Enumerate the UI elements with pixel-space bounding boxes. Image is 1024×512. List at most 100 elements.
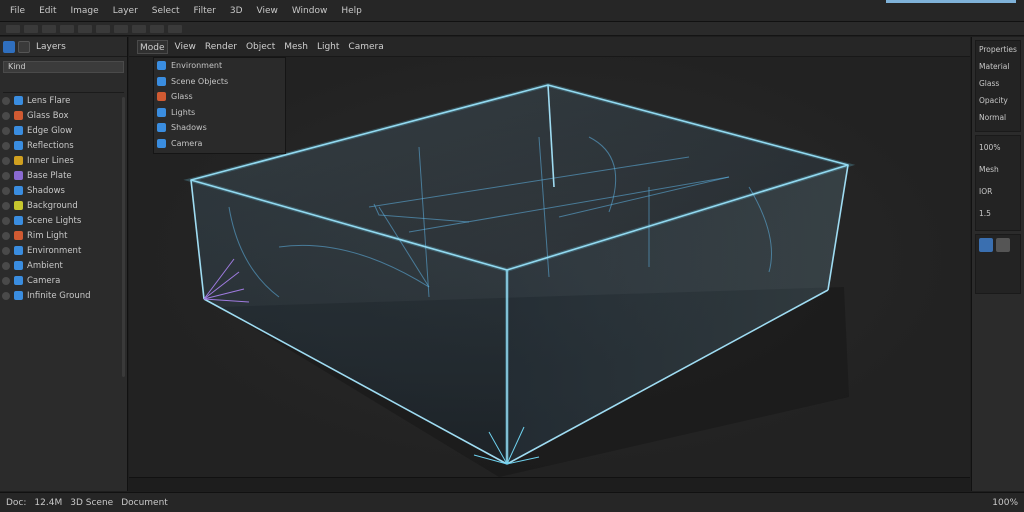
scene-item-label: Environment xyxy=(171,61,223,71)
visibility-icon[interactable] xyxy=(2,96,10,105)
layer-row[interactable]: Inner Lines xyxy=(0,153,127,168)
property-row[interactable]: Glass xyxy=(976,75,1020,92)
scene-menu-item[interactable]: Glass xyxy=(154,89,285,105)
visibility-icon[interactable] xyxy=(2,216,10,225)
scene-menu-item[interactable]: Environment xyxy=(154,58,285,74)
scene-menu-item[interactable]: Scene Objects xyxy=(154,74,285,90)
property-label: Properties xyxy=(979,45,1017,54)
visibility-icon[interactable] xyxy=(2,141,10,150)
toolbar-item-light[interactable]: Light xyxy=(315,40,341,54)
layer-row[interactable]: Ambient xyxy=(0,258,127,273)
scene-menu-item[interactable]: Camera xyxy=(154,136,285,152)
status-item: 3D Scene xyxy=(70,497,114,508)
lock-icon[interactable] xyxy=(18,40,30,53)
material-swatch[interactable] xyxy=(979,238,993,252)
toolbar-item-mesh[interactable]: Mesh xyxy=(282,40,310,54)
property-label: Normal xyxy=(979,113,1007,122)
scene-menu-item[interactable]: Shadows xyxy=(154,120,285,136)
menu-item-layer[interactable]: Layer xyxy=(107,0,144,22)
visibility-icon[interactable] xyxy=(2,156,10,165)
property-label: Material xyxy=(979,62,1010,71)
properties-panel: Properties Material Glass Opacity Normal 100… xyxy=(971,37,1024,491)
visibility-icon[interactable] xyxy=(2,246,10,255)
visibility-icon[interactable] xyxy=(2,276,10,285)
visibility-icon[interactable] xyxy=(2,291,10,300)
menu-item-file[interactable]: File xyxy=(4,0,31,22)
property-value-text: Mesh xyxy=(979,164,999,174)
layer-row[interactable]: Shadows xyxy=(0,183,127,198)
layer-thumbnail-icon xyxy=(14,201,23,210)
visibility-icon[interactable] xyxy=(2,171,10,180)
layer-row[interactable]: Glass Box xyxy=(0,108,127,123)
visibility-icon[interactable] xyxy=(2,126,10,135)
layer-thumbnail-icon xyxy=(14,111,23,120)
layer-thumbnail-icon xyxy=(14,186,23,195)
property-row[interactable]: Material xyxy=(976,58,1020,75)
visibility-icon[interactable] xyxy=(2,231,10,240)
properties-swatches xyxy=(975,234,1021,294)
scene-item-icon xyxy=(157,92,166,102)
visibility-icon[interactable] xyxy=(2,186,10,195)
scene-menu-item[interactable]: Lights xyxy=(154,105,285,121)
scene-item-label: Scene Objects xyxy=(171,76,229,86)
status-item: Doc: xyxy=(6,497,27,508)
layer-row[interactable]: Base Plate xyxy=(0,168,127,183)
property-value[interactable]: 100% xyxy=(976,136,1020,158)
properties-values: 100% Mesh IOR 1.5 xyxy=(975,135,1021,231)
layers-scrollbar[interactable] xyxy=(122,97,125,377)
layer-label: Background xyxy=(27,200,78,211)
visibility-icon[interactable] xyxy=(2,201,10,210)
toolbar-item-camera[interactable]: Camera xyxy=(346,40,385,54)
layer-thumbnail-icon xyxy=(14,141,23,150)
layer-row[interactable]: Environment xyxy=(0,243,127,258)
3d-viewport[interactable]: Mode View Render Object Mesh Light Camera Envi… xyxy=(129,37,970,477)
texture-swatch[interactable] xyxy=(996,238,1010,252)
layer-filter-input[interactable]: Kind xyxy=(3,61,124,73)
visibility-icon[interactable] xyxy=(2,111,10,120)
menu-item-window[interactable]: Window xyxy=(286,0,334,22)
layer-mode-icon[interactable] xyxy=(3,40,15,53)
menu-item-3d[interactable]: 3D xyxy=(224,0,249,22)
menu-item-select[interactable]: Select xyxy=(146,0,186,22)
layer-row[interactable]: Camera xyxy=(0,273,127,288)
menu-item-view[interactable]: View xyxy=(251,0,284,22)
menu-item-filter[interactable]: Filter xyxy=(188,0,222,22)
property-value[interactable]: IOR xyxy=(976,180,1020,202)
layer-row[interactable]: Rim Light xyxy=(0,228,127,243)
layer-label: Rim Light xyxy=(27,230,68,241)
layer-label: Ambient xyxy=(27,260,63,271)
property-row[interactable]: Opacity xyxy=(976,92,1020,109)
toolbar-item-render[interactable]: Render xyxy=(203,40,239,54)
menu-item-edit[interactable]: Edit xyxy=(33,0,62,22)
layers-panel: Layers Kind Lens Flare Glass Box Edge Glow… xyxy=(0,37,128,491)
status-bar: Doc: 12.4M 3D Scene Document 100% xyxy=(0,492,1024,512)
toolbar-item-view[interactable]: View xyxy=(173,40,198,54)
property-value[interactable]: Mesh xyxy=(976,158,1020,180)
layer-thumbnail-icon xyxy=(14,291,23,300)
layer-row[interactable]: Edge Glow xyxy=(0,123,127,138)
zoom-level[interactable]: 100% xyxy=(992,498,1024,508)
menu-item-help[interactable]: Help xyxy=(335,0,368,22)
layer-row[interactable]: Lens Flare xyxy=(0,93,127,108)
scene-item-label: Camera xyxy=(171,138,203,148)
status-item: 12.4M xyxy=(34,497,63,508)
layer-label: Edge Glow xyxy=(27,125,73,136)
scene-item-label: Glass xyxy=(171,92,193,102)
visibility-icon[interactable] xyxy=(2,261,10,270)
toolbar-item-mode[interactable]: Mode xyxy=(137,39,168,54)
layer-row[interactable]: Background xyxy=(0,198,127,213)
layer-row[interactable]: Scene Lights xyxy=(0,213,127,228)
status-item: Document xyxy=(121,497,168,508)
properties-top: Properties Material Glass Opacity Normal xyxy=(975,40,1021,132)
property-row[interactable]: Normal xyxy=(976,109,1020,126)
property-row[interactable]: Properties xyxy=(976,41,1020,58)
layer-thumbnail-icon xyxy=(14,216,23,225)
layer-row[interactable]: Reflections xyxy=(0,138,127,153)
toolbar-item-object[interactable]: Object xyxy=(244,40,277,54)
layer-row[interactable]: Infinite Ground xyxy=(0,288,127,303)
layer-label: Glass Box xyxy=(27,110,69,121)
menu-item-image[interactable]: Image xyxy=(65,0,105,22)
viewport-toolbar: Mode View Render Object Mesh Light Camera xyxy=(129,37,970,57)
property-value[interactable]: 1.5 xyxy=(976,202,1020,224)
layer-label: Camera xyxy=(27,275,61,286)
